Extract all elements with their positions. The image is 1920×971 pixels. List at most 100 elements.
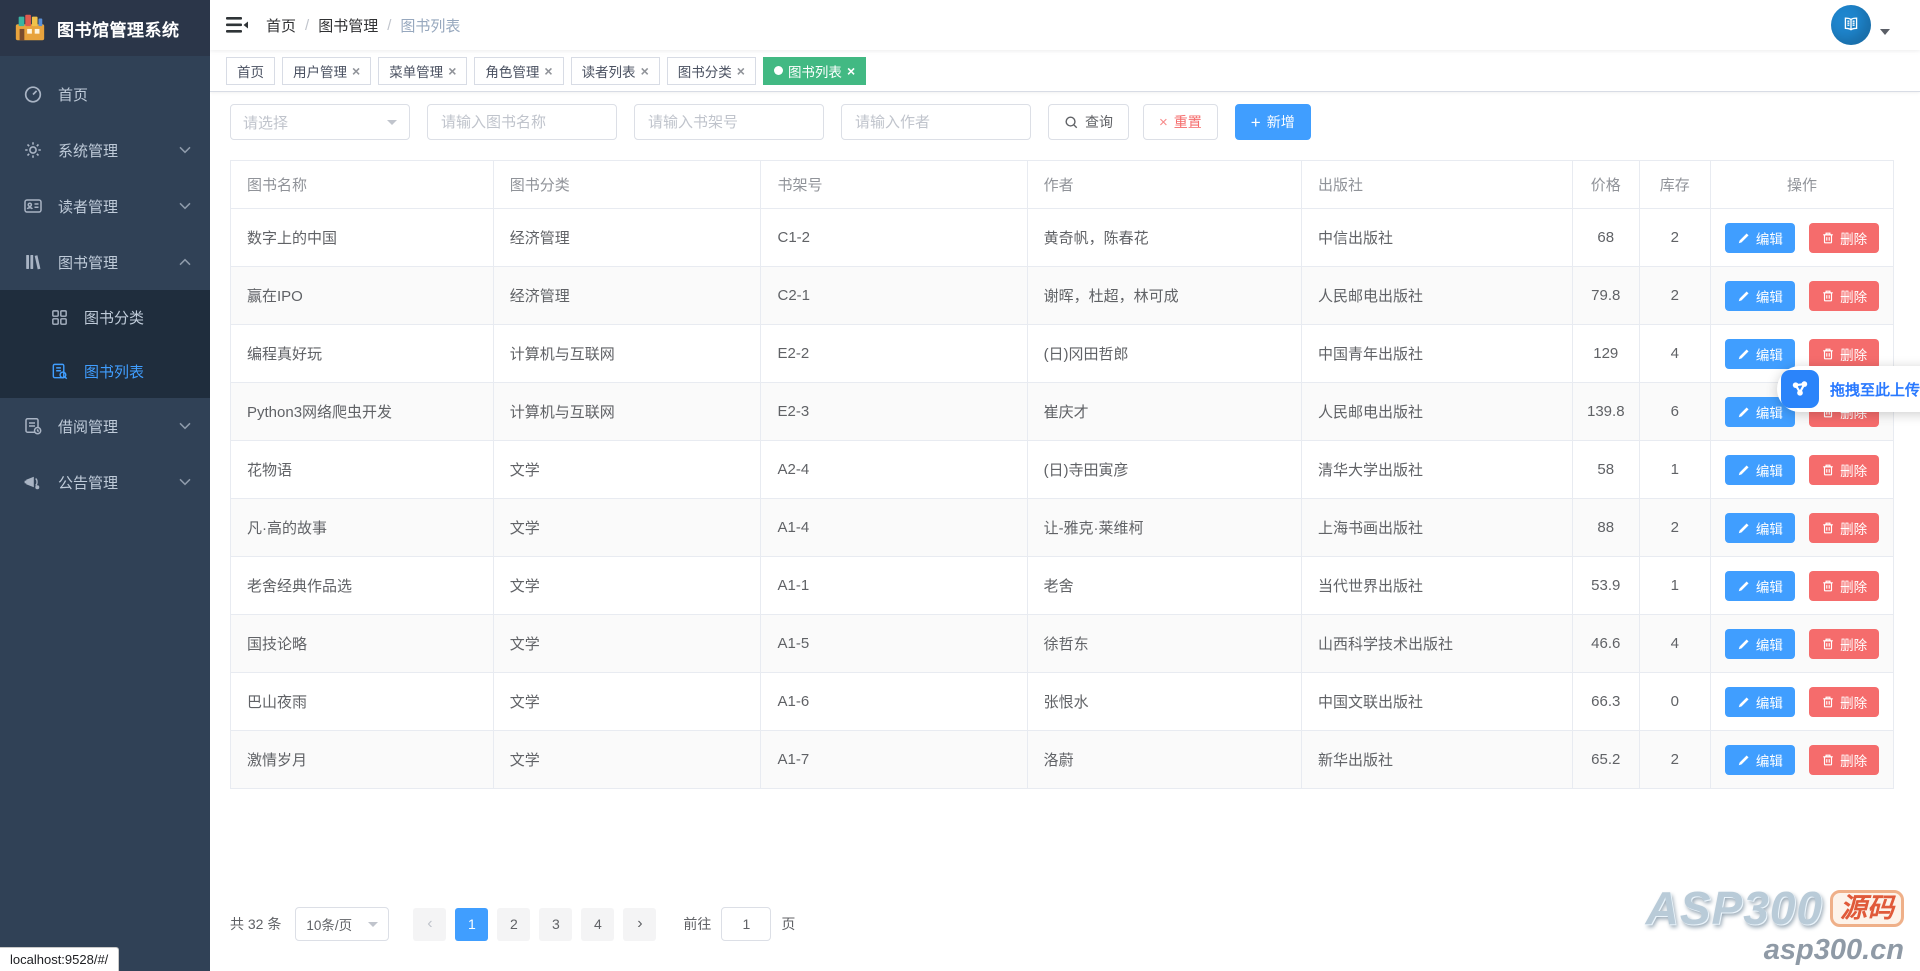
- prev-page-button[interactable]: ‹: [413, 908, 446, 941]
- search-icon: [1064, 115, 1079, 130]
- delete-button-label: 删除: [1840, 692, 1867, 712]
- delete-button[interactable]: 删除: [1809, 339, 1879, 369]
- delete-button[interactable]: 删除: [1809, 687, 1879, 717]
- delete-button[interactable]: 删除: [1809, 223, 1879, 253]
- edit-icon: [1737, 521, 1751, 535]
- trash-icon: [1821, 637, 1835, 651]
- sidebar-item-home[interactable]: 首页: [0, 66, 210, 122]
- page-button-1[interactable]: 1: [455, 908, 488, 941]
- sidebar-item-books[interactable]: 图书管理: [0, 234, 210, 290]
- cell-publisher: 清华大学出版社: [1301, 441, 1572, 499]
- cell-actions: 编辑 删除: [1711, 267, 1894, 325]
- edit-button[interactable]: 编辑: [1725, 339, 1795, 369]
- cell-actions: 编辑 删除: [1711, 731, 1894, 789]
- table-row: 数字上的中国 经济管理 C1-2 黄奇帆，陈春花 中信出版社 68 2 编辑 删…: [231, 209, 1894, 267]
- avatar-caret-icon[interactable]: [1880, 29, 1890, 35]
- cell-shelf: A1-1: [761, 557, 1027, 615]
- delete-button[interactable]: 删除: [1809, 745, 1879, 775]
- cell-author: 洛蔚: [1027, 731, 1301, 789]
- book-name-input[interactable]: [427, 104, 617, 140]
- page-button-3[interactable]: 3: [539, 908, 572, 941]
- delete-button-label: 删除: [1840, 286, 1867, 306]
- trash-icon: [1821, 695, 1835, 709]
- delete-button[interactable]: 删除: [1809, 513, 1879, 543]
- cell-book-name: 激情岁月: [231, 731, 494, 789]
- trash-icon: [1821, 579, 1835, 593]
- cell-stock: 2: [1639, 209, 1711, 267]
- col-publisher: 出版社: [1301, 161, 1572, 209]
- goto-page-input[interactable]: [721, 907, 771, 941]
- tab-book-category[interactable]: 图书分类×: [667, 57, 756, 85]
- page-button-4[interactable]: 4: [581, 908, 614, 941]
- netdisk-icon: [1781, 370, 1819, 408]
- search-button[interactable]: 查询: [1048, 104, 1129, 140]
- tab-role-management[interactable]: 角色管理×: [474, 57, 563, 85]
- upload-drop-hint[interactable]: 拖拽至此上传: [1777, 366, 1920, 412]
- tab-home[interactable]: 首页: [226, 57, 275, 85]
- close-icon[interactable]: ×: [352, 64, 360, 78]
- tab-label: 用户管理: [293, 61, 347, 81]
- edit-button[interactable]: 编辑: [1725, 571, 1795, 601]
- library-logo-icon: [13, 11, 47, 45]
- edit-button[interactable]: 编辑: [1725, 281, 1795, 311]
- sidebar-item-system[interactable]: 系统管理: [0, 122, 210, 178]
- tab-user-management[interactable]: 用户管理 ×: [282, 57, 371, 85]
- sidebar-item-announcements[interactable]: 公告管理: [0, 454, 210, 510]
- author-input[interactable]: [841, 104, 1031, 140]
- breadcrumb-home[interactable]: 首页: [266, 15, 296, 36]
- edit-button[interactable]: 编辑: [1725, 629, 1795, 659]
- sidebar-item-label: 读者管理: [58, 196, 178, 217]
- reset-button[interactable]: × 重置: [1143, 104, 1218, 140]
- edit-button[interactable]: 编辑: [1725, 687, 1795, 717]
- category-select[interactable]: 请选择: [230, 104, 410, 140]
- close-icon[interactable]: ×: [847, 64, 855, 78]
- cell-stock: 1: [1639, 441, 1711, 499]
- tab-menu-management[interactable]: 菜单管理×: [378, 57, 467, 85]
- sidebar-item-readers[interactable]: 读者管理: [0, 178, 210, 234]
- col-author: 作者: [1027, 161, 1301, 209]
- page-size-select[interactable]: 10条/页: [295, 907, 389, 941]
- add-button[interactable]: + 新增: [1235, 104, 1311, 140]
- delete-button[interactable]: 删除: [1809, 455, 1879, 485]
- avatar[interactable]: [1831, 5, 1871, 45]
- app-logo[interactable]: 图书馆管理系统: [0, 0, 210, 56]
- sidebar: 图书馆管理系统 首页 系统管理 读者管理 图书管理: [0, 0, 210, 971]
- sidebar-item-book-list[interactable]: 图书列表: [0, 344, 210, 398]
- breadcrumb-separator: /: [305, 17, 309, 34]
- reset-button-label: 重置: [1174, 112, 1202, 132]
- cell-author: 谢晖，杜超，林可成: [1027, 267, 1301, 325]
- cell-shelf: A1-4: [761, 499, 1027, 557]
- cell-category: 经济管理: [493, 267, 761, 325]
- cell-publisher: 山西科学技术出版社: [1301, 615, 1572, 673]
- close-icon[interactable]: ×: [737, 64, 745, 78]
- delete-button[interactable]: 删除: [1809, 281, 1879, 311]
- close-icon[interactable]: ×: [448, 64, 456, 78]
- tab-reader-list[interactable]: 读者列表×: [571, 57, 660, 85]
- edit-button[interactable]: 编辑: [1725, 223, 1795, 253]
- delete-button[interactable]: 删除: [1809, 571, 1879, 601]
- sidebar-item-label: 首页: [58, 84, 192, 105]
- trash-icon: [1821, 521, 1835, 535]
- breadcrumb-book-list: 图书列表: [400, 15, 460, 36]
- edit-icon: [1737, 405, 1751, 419]
- cell-category: 计算机与互联网: [493, 383, 761, 441]
- edit-button[interactable]: 编辑: [1725, 513, 1795, 543]
- close-icon[interactable]: ×: [641, 64, 649, 78]
- chevron-down-icon: [178, 419, 192, 433]
- breadcrumb-book-management[interactable]: 图书管理: [318, 15, 378, 36]
- page-button-2[interactable]: 2: [497, 908, 530, 941]
- shelf-number-input[interactable]: [634, 104, 824, 140]
- edit-button[interactable]: 编辑: [1725, 455, 1795, 485]
- delete-button[interactable]: 删除: [1809, 629, 1879, 659]
- sidebar-item-borrow[interactable]: 借阅管理: [0, 398, 210, 454]
- tab-book-list[interactable]: 图书列表×: [763, 57, 866, 85]
- cell-publisher: 新华出版社: [1301, 731, 1572, 789]
- table-row: Python3网络爬虫开发 计算机与互联网 E2-3 崔庆才 人民邮电出版社 1…: [231, 383, 1894, 441]
- next-page-button[interactable]: ›: [623, 908, 656, 941]
- close-icon[interactable]: ×: [544, 64, 552, 78]
- cell-shelf: E2-3: [761, 383, 1027, 441]
- sidebar-item-book-category[interactable]: 图书分类: [0, 290, 210, 344]
- edit-button[interactable]: 编辑: [1725, 745, 1795, 775]
- cell-stock: 2: [1639, 499, 1711, 557]
- hamburger-icon[interactable]: [226, 16, 248, 34]
